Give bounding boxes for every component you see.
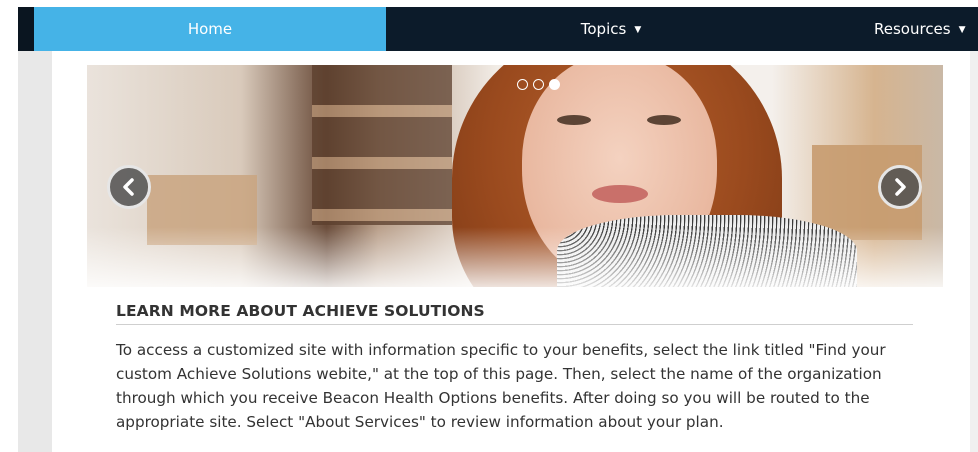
nav-topics-label: Topics xyxy=(580,20,627,38)
hero-photo-eye xyxy=(647,115,681,125)
nav-home-label: Home xyxy=(187,20,233,38)
hero-carousel xyxy=(87,65,943,287)
nav-resources-label: Resources xyxy=(874,20,951,38)
chevron-right-icon xyxy=(895,178,906,196)
hero-photo-lips xyxy=(592,185,648,203)
page-left-rail xyxy=(18,51,52,452)
carousel-prev-button[interactable] xyxy=(107,165,151,209)
carousel-next-button[interactable] xyxy=(878,165,922,209)
caret-down-icon: ▼ xyxy=(634,25,642,35)
section-heading: LEARN MORE ABOUT ACHIEVE SOLUTIONS xyxy=(116,302,913,325)
top-navigation: Home Topics ▼ Resources ▼ xyxy=(18,7,978,51)
chevron-left-icon xyxy=(123,178,134,196)
carousel-indicators xyxy=(517,79,560,90)
nav-left-edge xyxy=(18,7,34,51)
nav-resources-dropdown[interactable]: Resources ▼ xyxy=(838,7,978,51)
section-body-text: To access a customized site with informa… xyxy=(116,341,886,431)
carousel-dot-2[interactable] xyxy=(533,79,544,90)
background-shelf xyxy=(312,65,452,225)
nav-home[interactable]: Home xyxy=(34,7,386,51)
hero-photo-eye xyxy=(557,115,591,125)
carousel-dot-3[interactable] xyxy=(549,79,560,90)
hero-fade xyxy=(87,227,943,287)
nav-topics-dropdown[interactable]: Topics ▼ xyxy=(386,7,836,51)
carousel-dot-1[interactable] xyxy=(517,79,528,90)
page-right-rail xyxy=(970,51,978,452)
caret-down-icon: ▼ xyxy=(958,25,966,35)
